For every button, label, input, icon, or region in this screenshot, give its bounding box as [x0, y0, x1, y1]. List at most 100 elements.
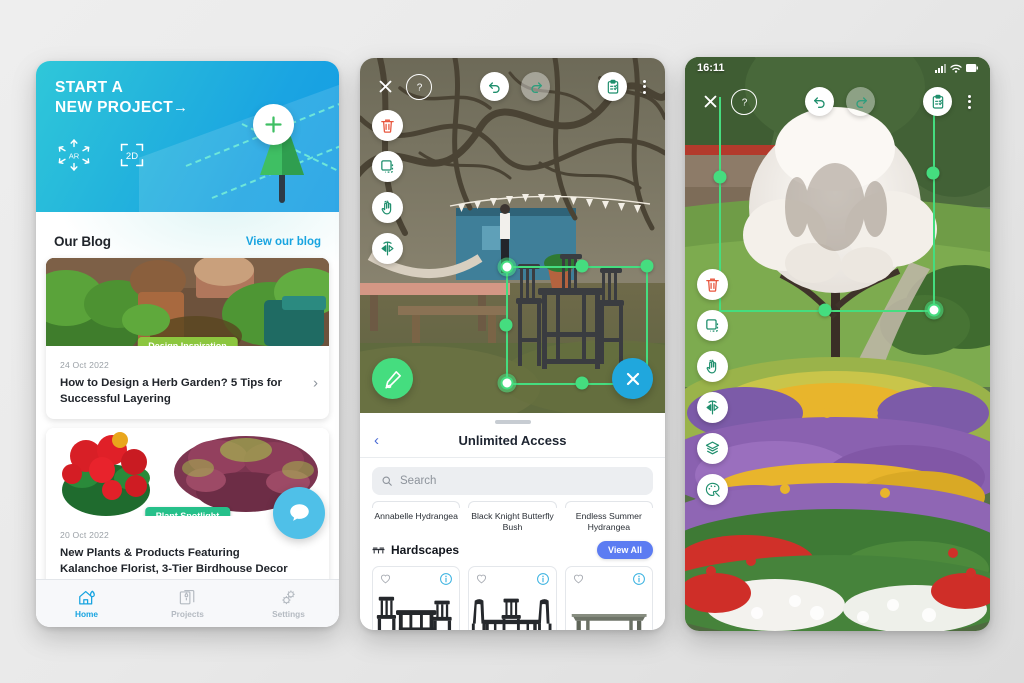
tab-home[interactable]: Home — [36, 588, 137, 619]
selection-handle-right[interactable] — [926, 166, 940, 180]
heart-outline-icon[interactable] — [572, 572, 585, 585]
selection-handle-bm[interactable] — [575, 376, 589, 390]
chat-support-button[interactable] — [273, 487, 325, 539]
ar-delete-tool[interactable] — [372, 110, 403, 141]
heart-outline-icon[interactable] — [475, 572, 488, 585]
ar-delete-tool[interactable] — [697, 269, 728, 300]
blog-card-title: How to Design a Herb Garden? 5 Tips for … — [60, 377, 282, 405]
twod-mode-button[interactable]: 2D — [113, 136, 151, 174]
info-circle-icon[interactable] — [632, 572, 646, 586]
product-card[interactable] — [564, 566, 653, 630]
ar-overflow-menu-button[interactable] — [960, 94, 978, 109]
plant-results-row: Annabelle Hydrangea Black Knight Butterf… — [360, 495, 665, 533]
selection-handle-lm[interactable] — [499, 318, 513, 332]
blog-heading: Our Blog — [54, 234, 111, 249]
plant-item[interactable]: Annabelle Hydrangea — [372, 501, 461, 533]
ar-mode-button[interactable]: AR — [55, 136, 93, 174]
layers-icon — [705, 441, 720, 455]
tab-settings-label: Settings — [272, 609, 305, 619]
duplicate-icon — [381, 160, 394, 173]
ar-undo-button[interactable] — [480, 72, 509, 101]
bottom-tabbar: Home Projects Settings — [36, 579, 339, 627]
redo-icon — [530, 81, 542, 93]
catalog-search-field[interactable]: Search — [372, 467, 653, 495]
ar-close-button[interactable] — [697, 93, 723, 110]
ar-overflow-menu-button[interactable] — [635, 79, 653, 94]
phone-home-screen: START A NEW PROJECT → AR 2D Our Blog Vie… — [36, 61, 339, 627]
hardscapes-title: Hardscapes — [391, 543, 460, 558]
more-vertical-icon — [642, 79, 646, 83]
ar-close-button[interactable] — [372, 78, 398, 95]
ar-help-button[interactable]: ? — [406, 73, 432, 100]
ar-help-button[interactable]: ? — [731, 88, 757, 115]
color-palette-icon — [705, 482, 720, 497]
close-icon — [379, 80, 391, 93]
flip-horizontal-icon — [706, 400, 719, 415]
sheet-back-button[interactable]: ‹ — [374, 432, 379, 449]
clipboard-icon — [932, 94, 943, 109]
hero-title-line2: NEW PROJECT — [55, 99, 174, 117]
ar-garden-camera-view[interactable]: 16:11 ? — [685, 57, 990, 631]
product-card[interactable] — [468, 566, 557, 630]
start-new-project-hero[interactable]: START A NEW PROJECT → AR 2D — [36, 61, 339, 212]
chevron-right-icon[interactable]: › — [313, 374, 318, 391]
view-all-button[interactable]: View All — [596, 541, 653, 560]
ar-draw-button[interactable] — [372, 358, 413, 399]
view-our-blog-link[interactable]: View our blog — [246, 236, 321, 248]
sheet-title: Unlimited Access — [458, 433, 567, 448]
selection-handle-tm[interactable] — [575, 259, 589, 273]
status-bar: 16:11 — [685, 57, 990, 79]
heart-outline-icon[interactable] — [379, 572, 392, 585]
pencil-icon — [384, 370, 401, 389]
svg-text:2D: 2D — [126, 151, 138, 162]
plant-name: Annabelle Hydrangea — [374, 511, 458, 521]
blog-card-badge: Plant Spotlight — [144, 507, 231, 517]
selection-handle-left[interactable] — [713, 170, 727, 184]
clipboard-icon — [607, 79, 618, 94]
home-icon — [79, 590, 95, 605]
ar-redo-button[interactable] — [521, 72, 550, 101]
trash-icon — [381, 119, 394, 133]
ar-color-tool[interactable] — [697, 474, 728, 505]
ar-move-tool[interactable] — [372, 192, 403, 223]
ar-duplicate-tool[interactable] — [372, 151, 403, 182]
ar-redo-button[interactable] — [846, 87, 875, 116]
ar-scene-selection-overlay — [685, 57, 990, 631]
ar-deselect-button[interactable] — [612, 358, 653, 399]
blog-card[interactable]: Design Inspiration 24 Oct 2022 How to De… — [46, 258, 329, 420]
ar-undo-button[interactable] — [805, 87, 834, 116]
projects-icon — [179, 589, 195, 605]
selection-handle-tr[interactable] — [640, 259, 654, 273]
catalog-search-placeholder: Search — [400, 475, 437, 487]
ar-clipboard-button[interactable] — [598, 72, 627, 101]
hero-title: START A NEW PROJECT — [55, 78, 173, 119]
selection-handle-tl[interactable] — [497, 257, 517, 277]
selection-handle-br[interactable] — [924, 300, 944, 320]
selection-handle-bl[interactable] — [497, 373, 517, 393]
svg-text:?: ? — [741, 97, 747, 108]
info-circle-icon[interactable] — [439, 572, 453, 586]
ar-move-tool[interactable] — [697, 351, 728, 382]
tab-settings[interactable]: Settings — [238, 588, 339, 619]
blog-card-date: 24 Oct 2022 — [60, 360, 110, 370]
tab-projects-label: Projects — [171, 609, 204, 619]
ar-camera-view[interactable]: ? — [360, 58, 665, 413]
phone-ar-scene-screen: 16:11 ? — [685, 57, 990, 631]
selection-handle-bottom[interactable] — [818, 303, 832, 317]
plant-item[interactable]: Endless Summer Hydrangea — [564, 501, 653, 533]
ar-flip-tool[interactable] — [372, 233, 403, 264]
ar-clipboard-button[interactable] — [923, 87, 952, 116]
hand-move-icon — [706, 359, 717, 374]
product-card[interactable] — [372, 566, 461, 630]
undo-icon — [813, 96, 825, 108]
selection-line-right — [933, 97, 935, 311]
ar-flip-tool[interactable] — [697, 392, 728, 423]
ar-duplicate-tool[interactable] — [697, 310, 728, 341]
help-circle-icon: ? — [416, 82, 422, 93]
tab-projects[interactable]: Projects — [137, 588, 238, 619]
ar-layers-tool[interactable] — [697, 433, 728, 464]
info-circle-icon[interactable] — [536, 572, 550, 586]
add-project-button[interactable] — [253, 104, 294, 145]
plant-item[interactable]: Black Knight Butterfly Bush — [468, 501, 557, 533]
catalog-bottom-sheet: ‹ Unlimited Access Search Annabelle Hydr… — [360, 413, 665, 630]
